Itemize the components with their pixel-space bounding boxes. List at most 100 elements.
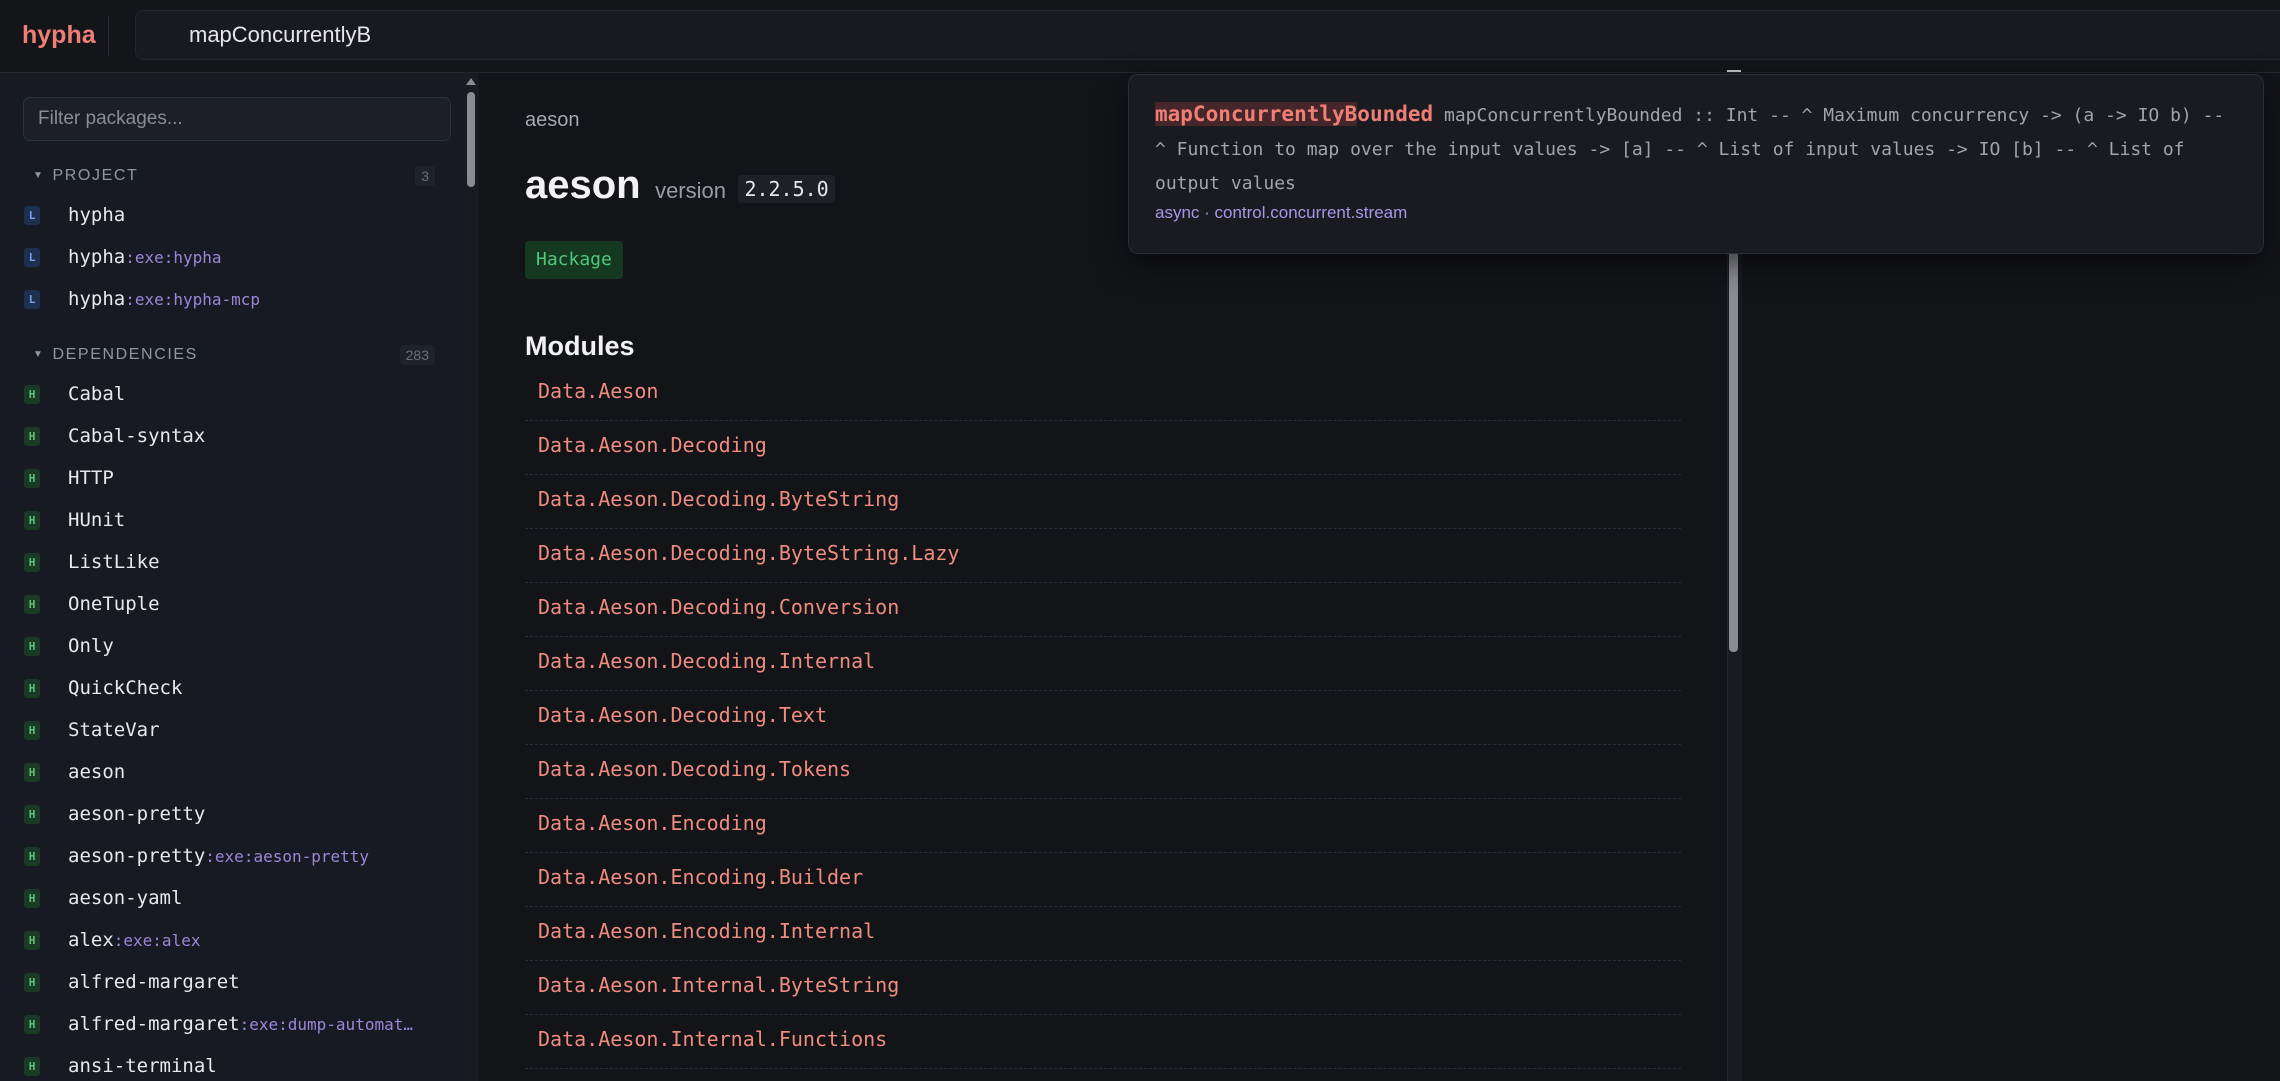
- package-item[interactable]: Haeson-pretty: [0, 793, 463, 835]
- package-label: aeson-pretty:exe:aeson-pretty: [68, 845, 369, 867]
- version-label: version: [655, 178, 726, 203]
- package-label: StateVar: [68, 719, 160, 741]
- divider: [108, 16, 109, 56]
- result-name[interactable]: mapConcurrentlyBounded: [1155, 102, 1433, 126]
- package-label: HUnit: [68, 509, 125, 531]
- module-row[interactable]: Data.Aeson.Decoding.ByteString.Lazy: [525, 529, 1681, 583]
- package-label: hypha: [68, 204, 125, 226]
- module-link[interactable]: Data.Aeson.Internal.Functions: [538, 1027, 887, 1051]
- package-item[interactable]: Hansi-terminal: [0, 1045, 463, 1081]
- scroll-up-marker[interactable]: [1727, 70, 1741, 72]
- module-row[interactable]: Data.Aeson.Decoding.Internal: [525, 637, 1681, 691]
- package-name: QuickCheck: [68, 677, 183, 699]
- collapse-triangle-icon[interactable]: ▼: [33, 170, 45, 181]
- package-item[interactable]: Halex:exe:alex: [0, 919, 463, 961]
- module-row[interactable]: Data.Aeson: [525, 367, 1681, 421]
- module-row[interactable]: Data.Aeson.Decoding.Conversion: [525, 583, 1681, 637]
- module-link[interactable]: Data.Aeson.Decoding.Conversion: [538, 595, 899, 619]
- package-item[interactable]: Lhypha:exe:hypha: [0, 236, 463, 278]
- package-kind-badge: H: [24, 384, 40, 404]
- package-item[interactable]: H Cabal-syntax: [0, 415, 463, 457]
- module-row[interactable]: Data.Aeson.Decoding.Tokens: [525, 745, 1681, 799]
- module-row[interactable]: Data.Aeson.Internal.ByteString: [525, 961, 1681, 1015]
- package-item[interactable]: Lhypha: [0, 194, 463, 236]
- module-link[interactable]: Data.Aeson.Decoding: [538, 433, 767, 457]
- package-name: aeson-pretty: [68, 803, 206, 825]
- package-label: aeson-yaml: [68, 887, 182, 909]
- result-name-rest: ounded: [1357, 102, 1434, 126]
- package-item[interactable]: H Only: [0, 625, 463, 667]
- package-kind-badge: H: [24, 468, 40, 488]
- module-link[interactable]: Data.Aeson.Decoding.ByteString.Lazy: [538, 541, 959, 565]
- app-logo[interactable]: hypha: [22, 0, 96, 72]
- module-link[interactable]: Data.Aeson: [538, 379, 658, 403]
- package-item[interactable]: Lhypha:exe:hypha-mcp: [0, 278, 463, 320]
- scroll-up-arrow-icon[interactable]: [466, 78, 476, 85]
- package-item[interactable]: Haeson-yaml: [0, 877, 463, 919]
- package-component: :exe:dump-automat…: [239, 1015, 413, 1034]
- package-label: alex:exe:alex: [68, 929, 200, 951]
- module-row[interactable]: Data.Aeson.Decoding: [525, 421, 1681, 475]
- package-kind-badge: H: [24, 594, 40, 614]
- package-item[interactable]: Haeson: [0, 751, 463, 793]
- package-label: aeson: [68, 761, 125, 783]
- module-link[interactable]: Data.Aeson.Decoding.Tokens: [538, 757, 851, 781]
- filter-packages-input[interactable]: [23, 97, 451, 141]
- package-kind-badge: H: [24, 1014, 40, 1034]
- package-name: aeson: [68, 761, 126, 783]
- package-item[interactable]: H Cabal: [0, 373, 463, 415]
- module-link[interactable]: Data.Aeson.Decoding.Internal: [538, 649, 875, 673]
- module-link[interactable]: Data.Aeson.Decoding.Text: [538, 703, 827, 727]
- breadcrumb[interactable]: aeson: [525, 109, 580, 132]
- module-link[interactable]: Data.Aeson.Encoding: [538, 811, 767, 835]
- module-link[interactable]: Data.Aeson.Encoding.Builder: [538, 865, 863, 889]
- module-link[interactable]: Data.Aeson.Decoding.ByteString: [538, 487, 899, 511]
- package-item[interactable]: H OneTuple: [0, 583, 463, 625]
- package-label: QuickCheck: [68, 677, 182, 699]
- hackage-link-badge[interactable]: Hackage: [525, 241, 623, 279]
- result-module-path[interactable]: async · control.concurrent.stream: [1155, 203, 1407, 223]
- package-label: hypha:exe:hypha-mcp: [68, 288, 260, 310]
- module-row[interactable]: Data.Aeson.Decoding.Text: [525, 691, 1681, 745]
- package-item[interactable]: H StateVar: [0, 709, 463, 751]
- package-name: aeson-yaml: [68, 887, 183, 909]
- package-item[interactable]: H HTTP: [0, 457, 463, 499]
- module-row[interactable]: Data.Aeson.Internal.Functions: [525, 1015, 1681, 1069]
- module-row[interactable]: Data.Aeson.Encoding.Builder: [525, 853, 1681, 907]
- package-name: alex: [68, 929, 114, 951]
- package-item[interactable]: Halfred-margaret:exe:dump-automat…: [0, 1003, 463, 1045]
- package-component: :exe:aeson-pretty: [205, 847, 370, 866]
- package-label: hypha:exe:hypha: [68, 246, 222, 268]
- search-result-popup[interactable]: mapConcurrentlyBounded mapConcurrentlyBo…: [1128, 74, 2264, 254]
- package-kind-badge: H: [24, 720, 40, 740]
- package-component: :exe:alex: [113, 931, 201, 950]
- collapse-triangle-icon[interactable]: ▼: [33, 349, 45, 360]
- package-kind-badge: H: [24, 426, 40, 446]
- search-box[interactable]: [135, 10, 2280, 60]
- module-link[interactable]: Data.Aeson.Internal.ByteString: [538, 973, 899, 997]
- module-row[interactable]: Data.Aeson.Encoding.Internal: [525, 907, 1681, 961]
- package-label: Cabal: [68, 383, 125, 405]
- package-item[interactable]: Halfred-margaret: [0, 961, 463, 1003]
- page-title: aeson version 2.2.5.0: [525, 163, 835, 208]
- sidebar-scrollbar[interactable]: [463, 73, 479, 1081]
- module-row[interactable]: Data.Aeson.Decoding.ByteString: [525, 475, 1681, 529]
- package-kind-badge: L: [24, 205, 40, 225]
- sidebar-scrollbar-thumb[interactable]: [467, 92, 475, 187]
- package-item[interactable]: H QuickCheck: [0, 667, 463, 709]
- package-name: alfred-margaret: [68, 971, 240, 993]
- package-item[interactable]: H ListLike: [0, 541, 463, 583]
- package-item[interactable]: H HUnit: [0, 499, 463, 541]
- module-link[interactable]: Data.Aeson.Encoding.Internal: [538, 919, 875, 943]
- package-kind-badge: H: [24, 888, 40, 908]
- sidebar: ▼PROJECT3LhyphaLhypha:exe:hyphaLhypha:ex…: [0, 73, 463, 1081]
- package-name: HUnit: [68, 509, 126, 531]
- search-result[interactable]: mapConcurrentlyBounded mapConcurrentlyBo…: [1155, 97, 2245, 201]
- module-list: Data.Aeson Data.Aeson.Decoding Data.Aeson.…: [525, 367, 1681, 1069]
- package-item[interactable]: Haeson-pretty:exe:aeson-pretty: [0, 835, 463, 877]
- search-input[interactable]: [189, 11, 1689, 59]
- section-header-0[interactable]: ▼ PROJECT 3: [33, 166, 435, 191]
- section-header-1[interactable]: ▼ DEPENDENCIES 283: [33, 345, 435, 370]
- module-row[interactable]: Data.Aeson.Encoding: [525, 799, 1681, 853]
- package-label: ListLike: [68, 551, 160, 573]
